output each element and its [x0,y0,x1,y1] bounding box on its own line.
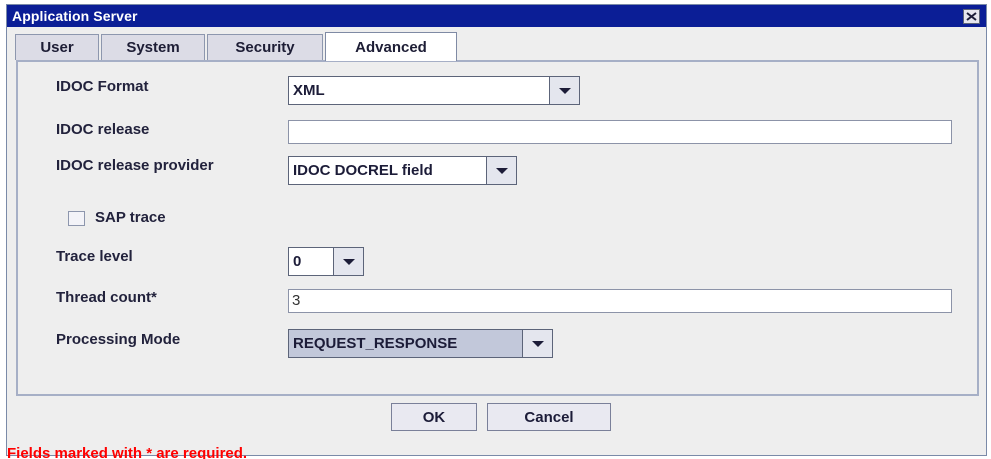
processing-mode-value: REQUEST_RESPONSE [293,335,458,352]
window-title: Application Server [12,8,138,24]
idoc-release-label: IDOC release [56,121,150,138]
processing-mode-label: Processing Mode [56,331,181,348]
idoc-release-provider-value: IDOC DOCREL field [293,162,433,179]
idoc-format-value: XML [293,82,325,99]
chevron-down-icon [558,87,571,94]
chevron-down-icon [495,167,508,174]
idoc-release-provider-select[interactable]: IDOC DOCREL field [288,156,517,185]
close-button[interactable] [963,9,980,24]
application-server-dialog: Application Server User System Security … [6,4,987,459]
close-icon [966,12,977,21]
idoc-format-label: IDOC Format [56,78,149,95]
tab-advanced[interactable]: Advanced [325,32,457,61]
cancel-button[interactable]: Cancel [487,403,611,431]
tab-user[interactable]: User [15,34,99,60]
chevron-down-icon [531,340,544,347]
thread-count-field[interactable]: 3 [288,289,952,313]
idoc-format-dropdown-button[interactable] [549,77,579,104]
ok-button[interactable]: OK [391,403,477,431]
trace-level-select[interactable]: 0 [288,247,364,276]
trace-level-label: Trace level [56,248,133,265]
required-fields-note: Fields marked with * are required. [7,445,248,459]
idoc-release-provider-dropdown-button[interactable] [486,157,516,184]
chevron-down-icon [342,258,355,265]
processing-mode-select[interactable]: REQUEST_RESPONSE [288,329,553,358]
processing-mode-dropdown-button[interactable] [522,330,552,357]
trace-level-value: 0 [293,253,302,270]
thread-count-label: Thread count* [56,289,157,306]
sap-trace-checkbox[interactable] [68,211,85,226]
title-bar[interactable]: Application Server [7,5,986,27]
tab-security[interactable]: Security [207,34,323,60]
tab-system[interactable]: System [101,34,205,60]
idoc-format-select[interactable]: XML [288,76,580,105]
sap-trace-label[interactable]: SAP trace [95,209,166,226]
advanced-settings-panel: IDOC Format XML IDOC release IDOC releas… [16,60,979,396]
idoc-release-provider-label: IDOC release provider [56,157,214,174]
idoc-release-field[interactable] [288,120,952,144]
trace-level-dropdown-button[interactable] [333,248,363,275]
